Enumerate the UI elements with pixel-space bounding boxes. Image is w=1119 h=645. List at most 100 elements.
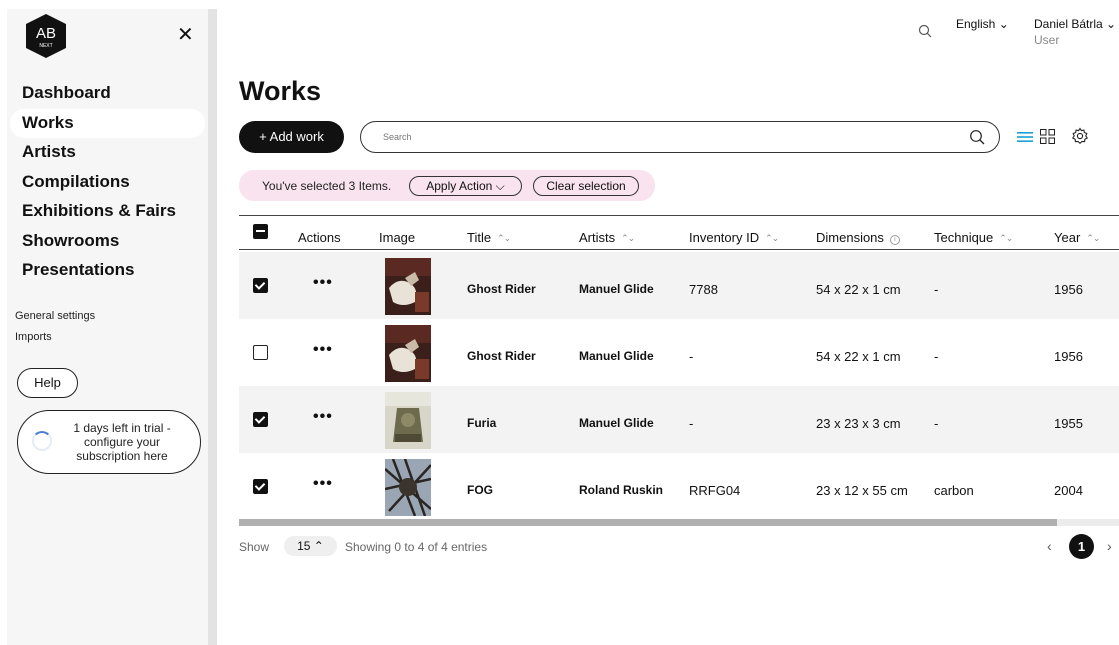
work-title[interactable]: Ghost Rider xyxy=(467,349,536,363)
trial-text: 1 days left in trial - configure your su… xyxy=(73,421,171,463)
sidebar-item-presentations[interactable]: Presentations xyxy=(10,256,205,286)
column-label: Actions xyxy=(298,230,341,245)
work-artist[interactable]: Manuel Glide xyxy=(579,416,654,430)
sidebar-item-artists[interactable]: Artists xyxy=(10,138,205,168)
trial-subscription-button[interactable]: 1 days left in trial - configure your su… xyxy=(17,410,201,474)
work-technique: carbon xyxy=(934,483,974,498)
column-header-inventory-id[interactable]: Inventory ID ⌃⌄ xyxy=(689,230,779,245)
table-row[interactable]: ••• FOG Roland Ruskin RRFG04 23 x 12 x 5… xyxy=(239,453,1119,520)
work-title[interactable]: FOG xyxy=(467,483,493,497)
page-title: Works xyxy=(239,76,322,106)
page-number-current[interactable]: 1 xyxy=(1069,534,1094,559)
sidebar-item-exhibitions-fairs[interactable]: Exhibitions & Fairs xyxy=(10,197,205,227)
previous-page-icon[interactable]: ‹ xyxy=(1047,538,1052,554)
row-checkbox[interactable] xyxy=(253,479,268,494)
sort-icon[interactable]: ⌃⌄ xyxy=(621,233,635,244)
sidebar-item-compilations[interactable]: Compilations xyxy=(10,168,205,198)
work-artist[interactable]: Manuel Glide xyxy=(579,349,654,363)
work-year: 2004 xyxy=(1054,483,1083,498)
close-sidebar-icon[interactable]: ✕ xyxy=(177,25,194,45)
column-header-image: Image xyxy=(379,230,415,245)
search-input[interactable]: Search xyxy=(360,121,1000,153)
work-dimensions: 54 x 22 x 1 cm xyxy=(816,349,901,364)
user-menu[interactable]: Daniel Bátrla ⌄ xyxy=(1034,17,1116,31)
row-actions-icon[interactable]: ••• xyxy=(313,476,333,492)
clear-selection-button[interactable]: Clear selection xyxy=(533,176,639,196)
page-size-select[interactable]: 15 ⌃ xyxy=(284,536,337,556)
column-header-year[interactable]: Year ⌃⌄ xyxy=(1054,230,1100,245)
sidebar-item-works[interactable]: Works xyxy=(10,108,205,138)
column-header-artists[interactable]: Artists ⌃⌄ xyxy=(579,230,635,245)
work-technique: - xyxy=(934,349,939,364)
list-view-icon[interactable] xyxy=(1017,130,1033,144)
work-title[interactable]: Furia xyxy=(467,416,496,430)
selection-count-text: You've selected 3 Items. xyxy=(262,179,392,193)
entries-info: Showing 0 to 4 of 4 entries xyxy=(345,540,488,554)
user-role: User xyxy=(1034,33,1060,47)
logo-text: AB xyxy=(36,25,56,42)
column-label: Year xyxy=(1054,230,1081,245)
scrollbar-thumb[interactable] xyxy=(239,519,1057,526)
work-dimensions: 23 x 23 x 3 cm xyxy=(816,416,901,431)
app-logo[interactable]: AB NEXT xyxy=(24,13,68,59)
sort-icon[interactable]: ⌃⌄ xyxy=(999,233,1013,244)
help-button[interactable]: Help xyxy=(17,368,78,398)
column-header-dimensions: Dimensions i xyxy=(816,230,900,245)
table-horizontal-scrollbar[interactable] xyxy=(239,519,1119,526)
column-label: Inventory ID xyxy=(689,230,760,245)
grid-view-icon[interactable] xyxy=(1040,129,1055,144)
table-row[interactable]: ••• Ghost Rider Manuel Glide - 54 x 22 x… xyxy=(239,319,1119,386)
sidebar-item-showrooms[interactable]: Showrooms xyxy=(10,227,205,257)
next-page-icon[interactable]: › xyxy=(1107,538,1112,554)
sidebar-item-dashboard[interactable]: Dashboard xyxy=(10,79,205,109)
secondary-links: General settings Imports xyxy=(15,306,95,348)
work-artist[interactable]: Manuel Glide xyxy=(579,282,654,296)
row-actions-icon[interactable]: ••• xyxy=(313,275,333,291)
artwork-thumbnail[interactable] xyxy=(385,258,431,315)
column-header-actions: Actions xyxy=(298,230,341,245)
gear-icon[interactable] xyxy=(1071,127,1089,145)
table-row[interactable]: ••• Ghost Rider Manuel Glide 7788 54 x 2… xyxy=(239,252,1119,319)
column-label: Artists xyxy=(579,230,616,245)
sidebar-nav: Dashboard Works Artists Compilations Exh… xyxy=(10,79,205,286)
work-year: 1956 xyxy=(1054,349,1083,364)
add-work-button[interactable]: + Add work xyxy=(239,121,344,153)
table-row[interactable]: ••• Furia Manuel Glide - 23 x 23 x 3 cm … xyxy=(239,386,1119,453)
work-year: 1955 xyxy=(1054,416,1083,431)
artwork-thumbnail[interactable] xyxy=(385,459,431,516)
row-checkbox[interactable] xyxy=(253,278,268,293)
selection-bar: You've selected 3 Items. Apply Action ⌵ … xyxy=(239,170,655,201)
search-icon[interactable] xyxy=(969,129,985,145)
row-actions-icon[interactable]: ••• xyxy=(313,342,333,358)
sort-icon[interactable]: ⌃⌄ xyxy=(765,233,779,244)
work-inventory-id: RRFG04 xyxy=(689,483,741,498)
artwork-thumbnail[interactable] xyxy=(385,392,431,449)
apply-action-button[interactable]: Apply Action ⌵ xyxy=(409,176,522,196)
general-settings-link[interactable]: General settings xyxy=(15,306,95,327)
row-actions-icon[interactable]: ••• xyxy=(313,409,333,425)
language-label: English xyxy=(956,17,996,31)
logo-subtext: NEXT xyxy=(39,43,52,49)
column-header-title[interactable]: Title ⌃⌄ xyxy=(467,230,511,245)
row-checkbox[interactable] xyxy=(253,412,268,427)
info-icon[interactable]: i xyxy=(889,235,900,245)
row-checkbox[interactable] xyxy=(253,345,268,360)
work-technique: - xyxy=(934,416,939,431)
column-header-technique[interactable]: Technique ⌃⌄ xyxy=(934,230,1013,245)
language-selector[interactable]: English ⌄ xyxy=(956,17,1009,31)
work-artist[interactable]: Roland Ruskin xyxy=(579,483,663,497)
sort-icon[interactable]: ⌃⌄ xyxy=(1086,233,1100,244)
column-label: Technique xyxy=(934,230,994,245)
select-all-checkbox[interactable] xyxy=(253,224,268,239)
sidebar: AB NEXT ✕ Dashboard Works Artists Compil… xyxy=(7,9,208,645)
work-inventory-id: 7788 xyxy=(689,282,718,297)
artwork-thumbnail[interactable] xyxy=(385,325,431,382)
sort-icon[interactable]: ⌃⌄ xyxy=(497,233,511,244)
chevron-down-icon: ⌄ xyxy=(998,17,1009,31)
sidebar-scrollbar[interactable] xyxy=(208,9,217,645)
imports-link[interactable]: Imports xyxy=(15,327,95,348)
search-icon[interactable] xyxy=(918,24,932,38)
work-title[interactable]: Ghost Rider xyxy=(467,282,536,296)
show-label: Show xyxy=(239,540,270,554)
column-label: Dimensions xyxy=(816,230,884,245)
